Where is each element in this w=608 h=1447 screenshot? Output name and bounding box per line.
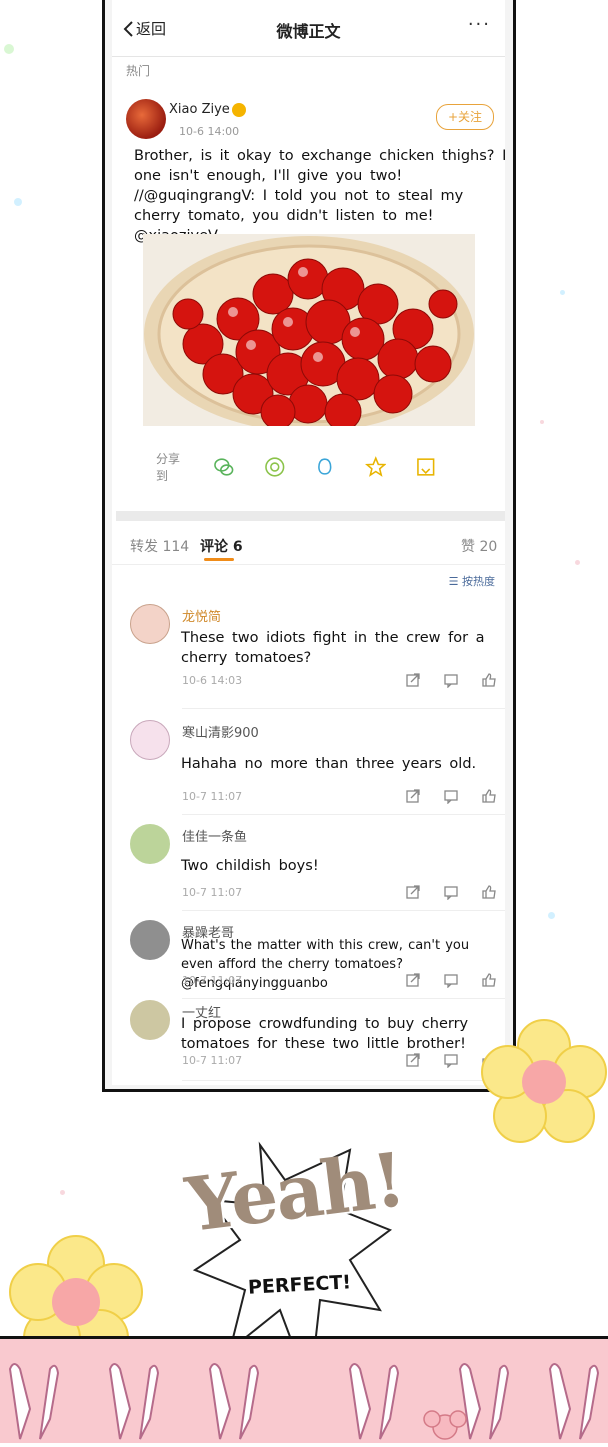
phone-frame: 返回 微博正文 ··· 热门 Xiao Ziye 10-6 14:00 +关注 … [102, 0, 516, 1092]
tab-likes[interactable]: 赞 20 [461, 536, 497, 556]
post-author-name: Xiao Ziye [169, 102, 230, 117]
comment-time: 10-7 11:07 [182, 790, 243, 803]
comment-text: Two childish boys! [181, 858, 319, 874]
vip-icon [231, 102, 246, 117]
sparkle [60, 1190, 65, 1195]
share-icon[interactable] [405, 884, 421, 900]
sparkle [548, 912, 555, 919]
avatar[interactable] [130, 920, 170, 960]
follow-button[interactable]: +关注 [436, 104, 494, 130]
post-author[interactable]: Xiao Ziye [169, 102, 246, 117]
qzone-icon[interactable] [364, 456, 387, 478]
comment-actions [405, 972, 497, 988]
comment-text: I propose crowdfunding to buy cherry tom… [181, 1016, 469, 1052]
post-image[interactable] [143, 234, 475, 426]
sparkle [4, 44, 14, 54]
active-tab-indicator [204, 558, 234, 561]
comment-tabs: 转发 114 评论 6 赞 20 [112, 528, 505, 565]
divider [182, 708, 505, 709]
divider [182, 814, 505, 815]
comment-actions [405, 884, 497, 900]
avatar[interactable] [126, 99, 166, 139]
comment-time: 10-6 14:03 [182, 674, 243, 687]
like-icon[interactable] [481, 972, 497, 988]
wechat-icon[interactable] [213, 456, 235, 478]
share-icon[interactable] [405, 672, 421, 688]
like-icon[interactable] [481, 672, 497, 688]
share-icon[interactable] [405, 1052, 421, 1068]
comment-actions [405, 788, 497, 804]
sort-label: 按热度 [462, 575, 495, 588]
tab-repost[interactable]: 转发 114 [130, 536, 189, 556]
comment-actions [405, 672, 497, 688]
qq-icon[interactable] [314, 456, 336, 478]
comment-icon[interactable] [443, 972, 459, 988]
bunny-pattern-band [0, 1336, 608, 1443]
like-icon[interactable] [481, 788, 497, 804]
sparkle [14, 198, 22, 206]
share-label: 分享到 [156, 452, 181, 483]
divider [182, 998, 505, 999]
like-icon[interactable] [481, 884, 497, 900]
comment-time: 10-7 11:07 [182, 1054, 243, 1067]
comment-icon[interactable] [443, 1052, 459, 1068]
sparkle [540, 420, 544, 424]
post-time: 10-6 14:00 [179, 125, 240, 138]
avatar[interactable] [130, 1000, 170, 1040]
more-icon[interactable]: ··· [468, 14, 491, 35]
tab-comments[interactable]: 评论 6 [200, 536, 243, 556]
flower-decoration [481, 1019, 607, 1143]
comment-icon[interactable] [443, 884, 459, 900]
sort-icon: ☰ [448, 575, 462, 588]
divider [182, 910, 505, 911]
weibo-screen: 返回 微博正文 ··· 热门 Xiao Ziye 10-6 14:00 +关注 … [112, 0, 505, 1085]
comment-author[interactable]: 龙悦简 [182, 606, 221, 625]
comment-author[interactable]: 寒山清影900 [182, 722, 259, 741]
comment-time: 10-7 11:07 [182, 886, 243, 899]
share-icon[interactable] [405, 788, 421, 804]
save-icon[interactable] [415, 456, 437, 478]
comment-time: 10-7 11:07 [182, 974, 243, 987]
page-title: 微博正文 [276, 22, 341, 41]
comment-icon[interactable] [443, 788, 459, 804]
comment-author[interactable]: 佳佳一条鱼 [182, 826, 247, 845]
share-bar: 分享到 [156, 452, 466, 483]
share-icon[interactable] [405, 972, 421, 988]
sort-button[interactable]: ☰ 按热度 [449, 573, 495, 589]
comment-text: These two idiots fight in the crew for a… [181, 630, 485, 666]
avatar[interactable] [130, 720, 170, 760]
nav-bar: 返回 微博正文 ··· [112, 0, 505, 57]
sparkle [560, 290, 565, 295]
comment-text: Hahaha no more than three years old. [181, 756, 477, 772]
avatar[interactable] [130, 824, 170, 864]
avatar[interactable] [130, 604, 170, 644]
cherry-tomato-basket-image [144, 236, 474, 426]
comment-icon[interactable] [443, 672, 459, 688]
post-text: Brother, is it okay to exchange chicken … [134, 148, 505, 244]
bunny-pattern [8, 1363, 600, 1440]
moments-icon[interactable] [264, 456, 286, 478]
divider [116, 511, 505, 521]
section-label: 热门 [126, 64, 151, 78]
sparkle [575, 560, 580, 565]
divider [182, 1080, 505, 1081]
